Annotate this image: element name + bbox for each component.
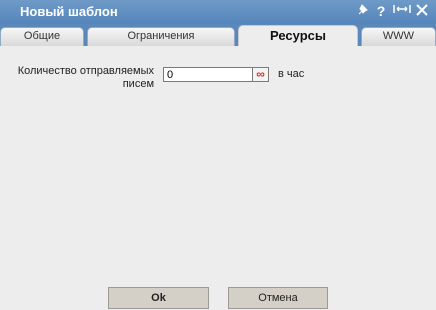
infinity-button[interactable]: ∞ — [252, 67, 269, 82]
help-icon[interactable]: ? — [374, 2, 388, 20]
window-title: Новый шаблон — [20, 4, 118, 19]
ok-button[interactable]: Ok — [108, 287, 209, 309]
unit-label: в час — [278, 68, 305, 80]
tab-general[interactable]: Общие — [0, 27, 84, 46]
tab-strip: Общие Ограничения Ресурсы WWW — [0, 24, 436, 46]
messages-count-label: Количество отправляемых писем — [17, 65, 154, 90]
messages-count-input[interactable] — [163, 67, 253, 82]
window-titlebar: Новый шаблон ? — [0, 0, 436, 24]
tab-resources[interactable]: Ресурсы — [238, 25, 358, 46]
cancel-button[interactable]: Отмена — [228, 287, 328, 309]
tab-www[interactable]: WWW — [361, 27, 436, 46]
maximize-icon[interactable] — [392, 2, 412, 20]
pin-icon[interactable] — [354, 2, 372, 20]
close-icon[interactable] — [414, 2, 430, 20]
tab-limits[interactable]: Ограничения — [87, 27, 235, 46]
